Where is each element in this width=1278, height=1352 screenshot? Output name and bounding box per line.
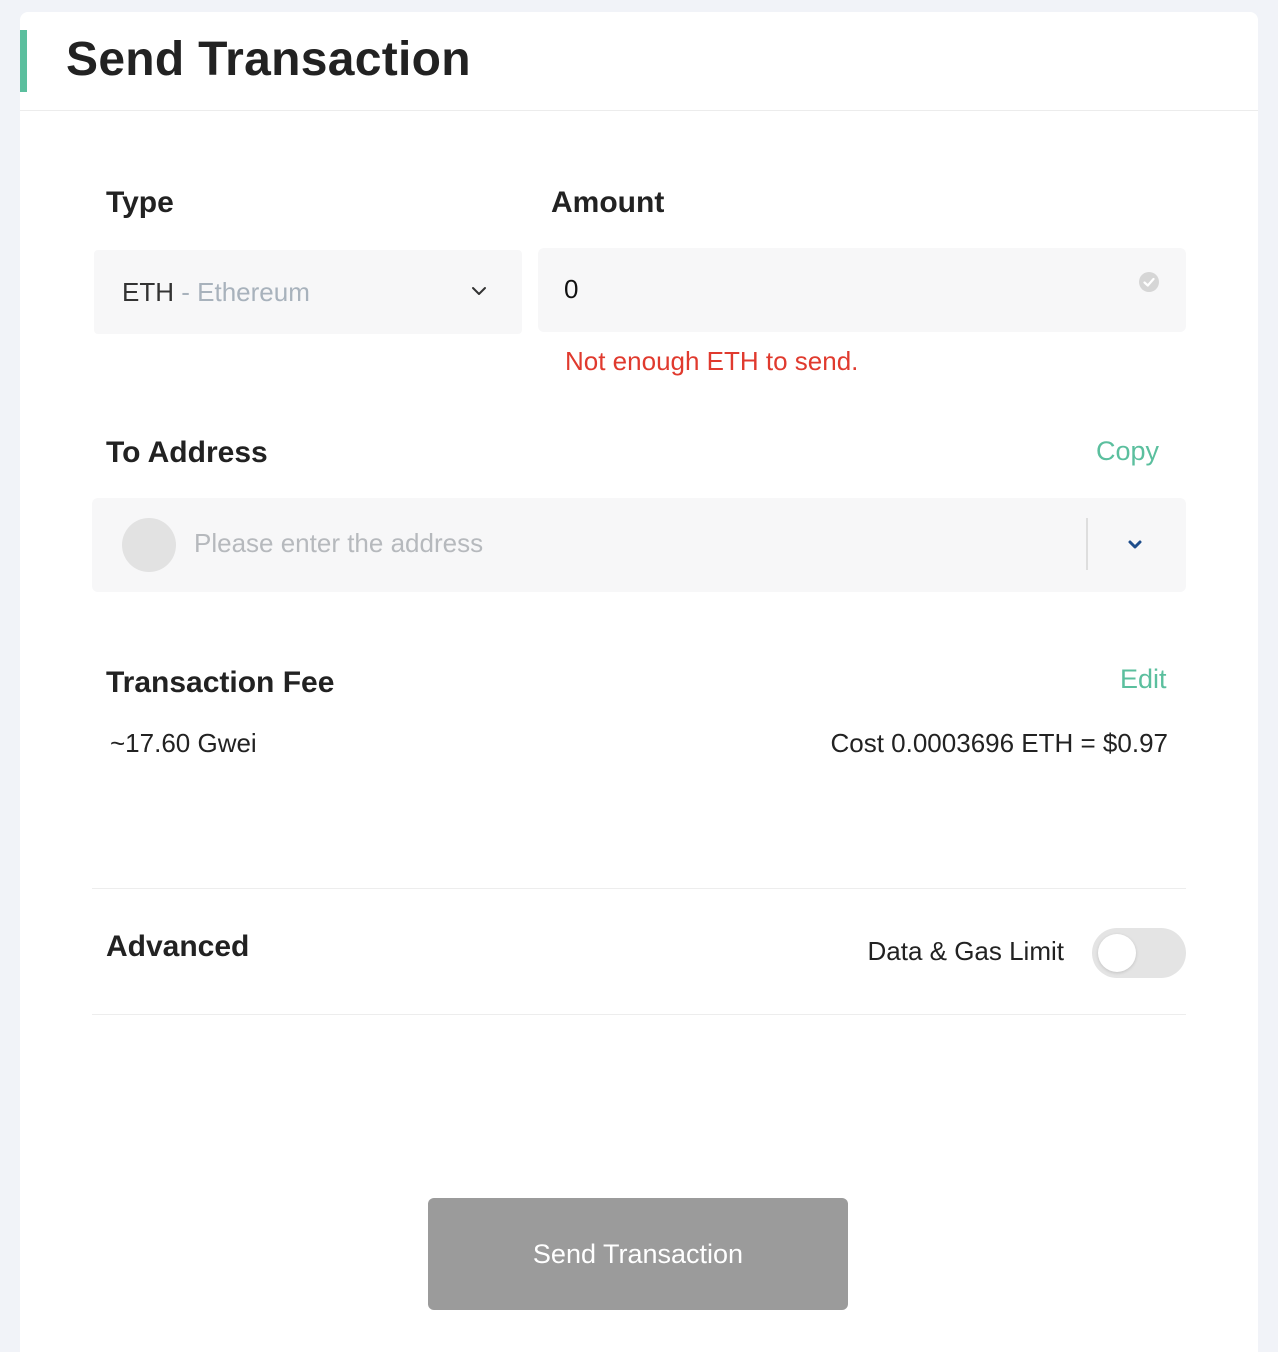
amount-error-message: Not enough ETH to send. (565, 346, 859, 376)
edit-fee-link[interactable]: Edit (1120, 664, 1167, 695)
check-circle-icon (1139, 272, 1159, 292)
amount-value: 0 (564, 274, 579, 304)
to-address-label: To Address (106, 436, 268, 469)
transaction-fee-label: Transaction Fee (106, 666, 335, 699)
chevron-down-icon[interactable] (1124, 534, 1146, 556)
divider (92, 1014, 1186, 1015)
type-separator: - (181, 277, 190, 307)
type-select-value: ETH - Ethereum (122, 277, 310, 308)
send-transaction-button[interactable]: Send Transaction (428, 1198, 848, 1310)
address-divider (1086, 518, 1088, 570)
data-gas-limit-label: Data & Gas Limit (867, 936, 1064, 966)
type-label: Type (106, 186, 174, 219)
page-title: Send Transaction (66, 33, 471, 86)
address-avatar (122, 518, 176, 572)
fee-gwei: ~17.60 Gwei (110, 728, 257, 758)
amount-input[interactable]: 0 (538, 248, 1186, 332)
divider (92, 888, 1186, 889)
address-input[interactable]: Please enter the address (92, 498, 1186, 592)
toggle-knob (1098, 934, 1136, 972)
type-name: Ethereum (197, 277, 310, 307)
amount-label: Amount (551, 186, 665, 219)
advanced-label: Advanced (106, 930, 250, 963)
title-accent-bar (20, 30, 27, 92)
chevron-down-icon (472, 287, 486, 295)
data-gas-limit-toggle[interactable] (1092, 928, 1186, 978)
type-code: ETH (122, 277, 174, 307)
fee-cost: Cost 0.0003696 ETH = $0.97 (830, 728, 1168, 758)
card-header: Send Transaction (20, 12, 1258, 111)
copy-link[interactable]: Copy (1096, 436, 1159, 467)
type-select[interactable]: ETH - Ethereum (94, 250, 522, 334)
send-transaction-card: Send Transaction Type ETH - Ethereum Amo… (20, 12, 1258, 1352)
address-placeholder: Please enter the address (194, 528, 484, 558)
